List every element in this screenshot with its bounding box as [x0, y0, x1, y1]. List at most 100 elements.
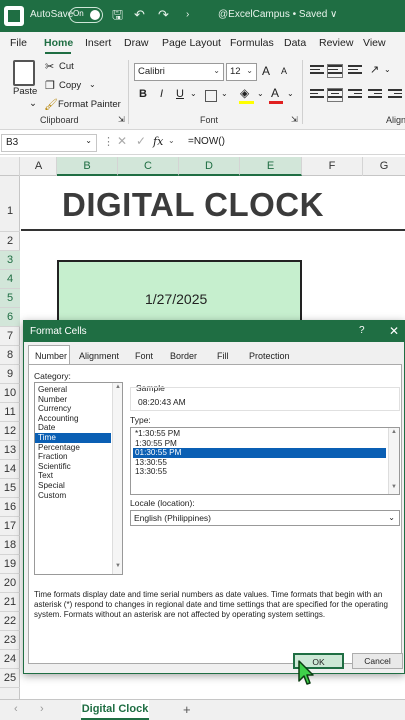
cancel-entry-icon[interactable]: ✕: [117, 134, 127, 148]
paste-icon[interactable]: [13, 60, 35, 86]
tab-number[interactable]: Number: [35, 351, 67, 361]
chevron-down-icon[interactable]: ⌄: [221, 89, 228, 98]
clipboard-launcher-icon[interactable]: ⇲: [118, 115, 125, 124]
column-header[interactable]: E: [240, 157, 302, 176]
category-item[interactable]: Number: [35, 395, 111, 405]
bottom-align-icon[interactable]: [348, 65, 362, 77]
tab-view[interactable]: View: [363, 37, 386, 49]
tab-home[interactable]: Home: [44, 37, 73, 49]
orientation-icon[interactable]: ↗: [370, 63, 379, 76]
name-box[interactable]: B3 ⌄: [1, 134, 97, 152]
type-list[interactable]: *1:30:55 PM 1:30:55 PM 01:30:55 PM 13:30…: [130, 427, 400, 495]
redo-icon[interactable]: ↷: [158, 8, 169, 22]
tab-fill[interactable]: Fill: [217, 351, 229, 361]
row-header[interactable]: 13: [0, 441, 20, 460]
increase-indent-icon[interactable]: [388, 89, 402, 101]
category-item[interactable]: Special: [35, 481, 111, 491]
sheet-tab-digital-clock[interactable]: Digital Clock: [81, 700, 149, 720]
type-item[interactable]: 13:30:55: [133, 467, 386, 477]
column-header[interactable]: D: [179, 157, 240, 176]
row-header[interactable]: 14: [0, 460, 20, 479]
insert-function-button[interactable]: fx: [153, 135, 163, 148]
type-item-selected[interactable]: 01:30:55 PM: [133, 448, 386, 458]
row-header[interactable]: 10: [0, 384, 20, 403]
save-icon[interactable]: 🖫: [112, 8, 123, 22]
type-scrollbar[interactable]: ▲ ▼: [388, 428, 399, 494]
font-size-combo[interactable]: 12 ⌄: [226, 63, 257, 81]
align-left-icon[interactable]: [310, 89, 324, 101]
row-header[interactable]: 7: [0, 327, 20, 346]
category-list[interactable]: General Number Currency Accounting Date …: [34, 382, 123, 575]
fill-color-icon[interactable]: ◈: [240, 86, 249, 100]
help-button[interactable]: ?: [359, 325, 365, 336]
row-header[interactable]: 6: [0, 308, 20, 327]
row-header[interactable]: 3: [0, 251, 20, 270]
formula-input[interactable]: =NOW(): [188, 136, 225, 147]
bold-button[interactable]: B: [139, 88, 147, 100]
scroll-down-icon[interactable]: ▼: [115, 563, 121, 569]
category-item[interactable]: Accounting: [35, 414, 111, 424]
type-item[interactable]: 13:30:55: [133, 458, 386, 468]
align-center-icon[interactable]: [327, 88, 343, 102]
scroll-up-icon[interactable]: ▲: [115, 384, 121, 390]
row-header[interactable]: 2: [0, 232, 20, 251]
category-item[interactable]: Percentage: [35, 443, 111, 453]
scroll-down-icon[interactable]: ▼: [391, 484, 397, 490]
borders-icon[interactable]: [205, 90, 217, 102]
document-title[interactable]: @ExcelCampus • Saved ∨: [218, 9, 337, 20]
row-header[interactable]: 17: [0, 517, 20, 536]
row-header[interactable]: 22: [0, 612, 20, 631]
tab-border[interactable]: Border: [170, 351, 197, 361]
add-sheet-button[interactable]: +: [183, 702, 191, 717]
tab-protection[interactable]: Protection: [249, 351, 290, 361]
row-header[interactable]: 19: [0, 555, 20, 574]
paste-dropdown-icon[interactable]: ⌄: [29, 98, 37, 109]
customize-chevron-icon[interactable]: ›: [186, 8, 189, 22]
confirm-entry-icon[interactable]: ✓: [136, 134, 146, 148]
category-item[interactable]: Date: [35, 423, 111, 433]
grow-font-button[interactable]: A: [262, 64, 270, 78]
align-right-icon[interactable]: [348, 89, 362, 101]
select-all-corner[interactable]: [0, 157, 20, 176]
category-item[interactable]: Scientific: [35, 462, 111, 472]
font-launcher-icon[interactable]: ⇲: [291, 115, 298, 124]
dialog-title-bar[interactable]: Format Cells ? ✕: [24, 321, 404, 342]
copy-dropdown-icon[interactable]: ⌄: [89, 80, 96, 89]
row-header[interactable]: 25: [0, 669, 20, 688]
cancel-button[interactable]: Cancel: [352, 653, 403, 669]
category-item[interactable]: General: [35, 385, 111, 395]
row-header[interactable]: 23: [0, 631, 20, 650]
font-name-combo[interactable]: Calibri ⌄: [134, 63, 224, 81]
category-item[interactable]: Text: [35, 471, 111, 481]
font-color-button[interactable]: A: [271, 86, 279, 100]
row-header[interactable]: 12: [0, 422, 20, 441]
underline-button[interactable]: U: [176, 88, 184, 100]
row-header[interactable]: 15: [0, 479, 20, 498]
category-scrollbar[interactable]: ▲ ▼: [112, 383, 122, 574]
tab-page-layout[interactable]: Page Layout: [162, 37, 221, 49]
italic-button[interactable]: I: [160, 88, 163, 100]
paste-button[interactable]: Paste: [13, 86, 37, 97]
row-header[interactable]: 21: [0, 593, 20, 612]
chevron-down-icon[interactable]: ⌄: [257, 89, 264, 98]
tab-file[interactable]: File: [10, 37, 27, 49]
row-header[interactable]: 9: [0, 365, 20, 384]
format-painter-icon[interactable]: 🖌: [44, 98, 58, 111]
decrease-indent-icon[interactable]: [368, 89, 382, 101]
category-item-selected[interactable]: Time: [35, 433, 111, 443]
scroll-right-icon[interactable]: ›: [40, 703, 44, 715]
copy-icon[interactable]: ❐: [45, 79, 55, 92]
tab-data[interactable]: Data: [284, 37, 306, 49]
column-header[interactable]: G: [363, 157, 405, 176]
close-icon[interactable]: ✕: [389, 324, 399, 338]
row-header[interactable]: 5: [0, 289, 20, 308]
row-header[interactable]: 1: [0, 176, 20, 232]
category-item[interactable]: Custom: [35, 491, 111, 501]
type-item[interactable]: *1:30:55 PM: [133, 429, 386, 439]
scroll-up-icon[interactable]: ▲: [391, 429, 397, 435]
row-header[interactable]: 16: [0, 498, 20, 517]
middle-align-icon[interactable]: [327, 64, 343, 78]
tab-alignment[interactable]: Alignment: [79, 351, 119, 361]
cut-button[interactable]: Cut: [59, 61, 74, 72]
shrink-font-button[interactable]: A: [281, 66, 287, 76]
